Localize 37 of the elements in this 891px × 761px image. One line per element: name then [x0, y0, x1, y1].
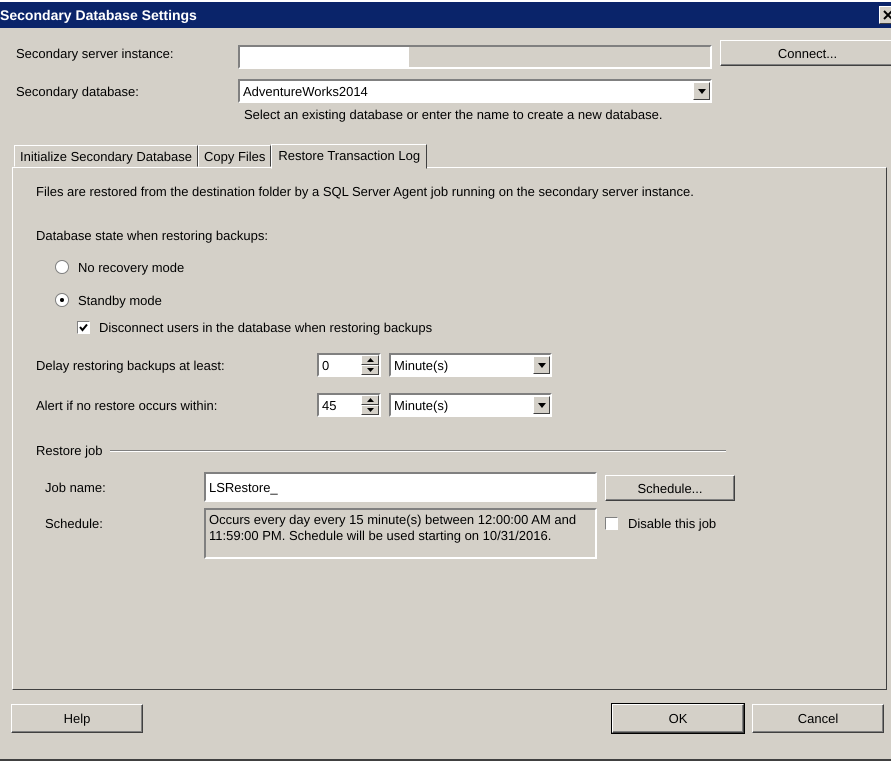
radio-label: No recovery mode [78, 260, 184, 274]
field-label: Delay restoring backups at least: [36, 358, 226, 372]
checkbox[interactable] [77, 321, 90, 334]
close-icon [881, 9, 891, 21]
schedule-button[interactable]: Schedule... [605, 475, 735, 501]
description-text: Files are restored from the destination folder by a SQL Server Agent job running on the secondary server instance. [36, 184, 695, 199]
unit-dropdown[interactable]: Minute(s) [389, 353, 552, 377]
dialog-button[interactable]: Cancel [752, 704, 884, 733]
database-dropdown[interactable]: AdventureWorks2014 [238, 79, 712, 103]
radio-button[interactable] [55, 293, 69, 307]
dialog-button[interactable]: Help [11, 704, 143, 733]
window-title: Secondary Database Settings [0, 7, 197, 23]
number-spinner[interactable]: 45 [317, 393, 381, 417]
caret-icon [698, 88, 706, 94]
radio-label: Standby mode [78, 292, 162, 308]
field-label: Alert if no restore occurs within: [36, 398, 218, 412]
unit-dropdown[interactable]: Minute(s) [389, 393, 552, 417]
number-spinner[interactable]: 0 [317, 353, 381, 377]
tab[interactable]: Initialize Secondary Database [14, 145, 198, 167]
radio-button[interactable] [55, 260, 69, 274]
group-label: Restore job [36, 443, 102, 458]
checkbox-label: Disconnect users in the database when restoring backups [99, 320, 432, 335]
caret-icon [538, 402, 546, 408]
schedule-description: Occurs every day every 15 minute(s) between 12:00:00 AM and 11:59:00 PM. Schedule will be used starting on 10/31/2016. [204, 508, 597, 559]
caret-icon [538, 362, 546, 368]
checkbox[interactable] [605, 517, 618, 530]
field-label: Schedule: [45, 515, 104, 533]
tab[interactable]: Restore Transaction Log [271, 144, 428, 169]
field-label: Secondary server instance: [16, 46, 175, 60]
hint-text: Select an existing database or enter the name to create a new database. [244, 107, 664, 122]
section-label: Database state when restoring backups: [36, 228, 269, 243]
checkbox-label: Disable this job [628, 516, 716, 531]
tab[interactable]: Copy Files [198, 145, 272, 167]
field-label: Job name: [45, 479, 107, 497]
field-label: Secondary database: [16, 84, 140, 98]
job-name-field[interactable]: LSRestore_ [204, 472, 597, 502]
dialog-button[interactable]: OK [612, 704, 744, 733]
